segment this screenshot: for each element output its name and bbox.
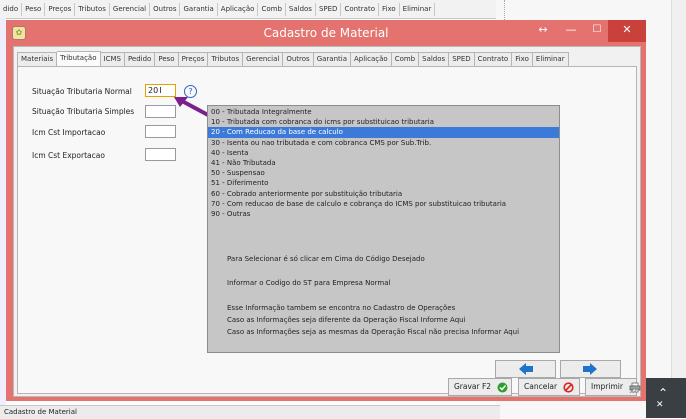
main-tab-strip: Materiais Tributação ICMS Pedido Peso Preços T…	[17, 51, 569, 68]
next-button[interactable]	[560, 360, 621, 378]
tab-pedido[interactable]: Pedido	[124, 52, 156, 67]
background-tab-contrato[interactable]: Contrato	[341, 2, 379, 16]
background-tab-strip: dido Peso Preços Tributos Gerencial Outros Gar…	[0, 0, 496, 19]
tab-preços[interactable]: Preços	[178, 52, 209, 67]
tab-peso[interactable]: Peso	[155, 52, 179, 67]
st-list-item[interactable]: 00 - Tributada Integralmente	[208, 107, 559, 117]
cst-importacao-input[interactable]	[145, 125, 176, 138]
cancelar-label: Cancelar	[524, 382, 558, 391]
st-list-item[interactable]: 41 - Não Tributada	[208, 158, 559, 168]
minimize-button[interactable]: —	[558, 20, 584, 42]
chevron-up-icon: ⌃	[658, 386, 669, 400]
tab-comb[interactable]: Comb	[391, 52, 420, 67]
tab-gerencial[interactable]: Gerencial	[243, 52, 284, 67]
resize-grip-icon[interactable]	[628, 384, 638, 394]
st-list-item[interactable]: 90 - Outras	[208, 209, 559, 219]
window-client-area: Materiais Tributação ICMS Pedido Peso Preços T…	[13, 46, 641, 397]
st-list-item[interactable]: 30 - Isenta ou nao tributada e com cobra…	[208, 138, 559, 148]
sit-normal-label: Situação Tributaria Normal	[32, 87, 132, 96]
background-tab-aplicação[interactable]: Aplicação	[218, 2, 259, 16]
close-button[interactable]: ✕	[608, 20, 646, 42]
background-dark-corner: ⌃	[646, 378, 686, 418]
tributacao-panel: Situação Tributaria Normal 20I ? Situaçã…	[17, 66, 637, 394]
tab-garantia[interactable]: Garantia	[313, 52, 351, 67]
note-select: Para Selecionar é só clicar em Cima do C…	[227, 255, 425, 263]
tab-contrato[interactable]: Contrato	[474, 52, 513, 67]
background-tab-preços[interactable]: Preços	[45, 2, 76, 16]
st-list-item[interactable]: 50 - Suspensao	[208, 168, 559, 178]
background-tab-peso[interactable]: Peso	[22, 2, 46, 16]
note-mesmas: Caso as Informações seja as mesmas da Op…	[227, 328, 520, 336]
background-tab-garantia[interactable]: Garantia	[180, 2, 218, 16]
background-tab-eliminar[interactable]: Eliminar	[400, 2, 436, 16]
gravar-button[interactable]: Gravar F2	[448, 378, 512, 396]
title-bar[interactable]: ✿ Cadastro de Material ↔ — ☐ ✕	[6, 20, 646, 45]
text-cursor-icon: I	[159, 86, 162, 95]
note-operacoes: Esse Informação tambem se encontra no Ca…	[227, 304, 456, 312]
background-tab-dido[interactable]: dido	[0, 2, 23, 16]
st-list-item[interactable]: 51 - Diferimento	[208, 178, 559, 188]
close-small-icon: ✕	[656, 400, 664, 410]
note-diferente: Caso as Informações seja diferente da Op…	[227, 316, 466, 324]
st-list-item[interactable]: 20 - Com Reducao da base de calculo	[208, 127, 559, 138]
background-tab-sped[interactable]: SPED	[316, 2, 342, 16]
gravar-label: Gravar F2	[454, 382, 492, 391]
st-code-list: 00 - Tributada Integralmente 10 - Tributa…	[207, 105, 560, 353]
background-tab-tributos[interactable]: Tributos	[75, 2, 110, 16]
resize-icon[interactable]: ↔	[530, 20, 556, 42]
imprimir-label: Imprimir	[591, 382, 623, 391]
arrow-right-icon	[583, 363, 597, 375]
background-scrollbar[interactable]	[671, 0, 686, 418]
cadastro-material-window: ✿ Cadastro de Material ↔ — ☐ ✕ Materiais…	[6, 20, 646, 401]
tab-tributos[interactable]: Tributos	[208, 52, 244, 67]
cst-exportacao-input[interactable]	[145, 148, 176, 161]
st-list-item[interactable]: 40 - Isenta	[208, 148, 559, 158]
tab-saldos[interactable]: Saldos	[419, 52, 450, 67]
background-tab-gerencial[interactable]: Gerencial	[110, 2, 151, 16]
tab-icms[interactable]: ICMS	[100, 52, 125, 67]
background-tab-saldos[interactable]: Saldos	[286, 2, 316, 16]
st-list-item[interactable]: 70 - Com reducao de base de calculo e co…	[208, 199, 559, 209]
background-tab-outros[interactable]: Outros	[150, 2, 181, 16]
tab-eliminar[interactable]: Eliminar	[532, 52, 569, 67]
maximize-button[interactable]: ☐	[584, 20, 610, 42]
sit-simples-label: Situação Tributaria Simples	[32, 107, 135, 116]
background-tab-fixo[interactable]: Fixo	[379, 2, 400, 16]
background-tab-comb[interactable]: Comb	[258, 2, 286, 16]
tab-sped[interactable]: SPED	[449, 52, 475, 67]
sit-normal-value: 20	[148, 86, 159, 95]
sit-simples-input[interactable]	[145, 105, 176, 118]
tab-fixo[interactable]: Fixo	[512, 52, 533, 67]
st-list-item[interactable]: 10 - Tributada com cobranca do icms por …	[208, 117, 559, 127]
cancelar-button[interactable]: Cancelar	[518, 378, 580, 396]
cst-exportacao-label: Icm Cst Exportacao	[32, 151, 105, 160]
cst-importacao-label: Icm Cst Importacao	[32, 128, 106, 137]
status-bar: Cadastro de Material	[0, 405, 500, 419]
tab-materiais[interactable]: Materiais	[17, 52, 58, 67]
note-inform: Informar o Codigo do ST para Empresa Nor…	[227, 279, 391, 287]
tab-outros[interactable]: Outros	[283, 52, 314, 67]
arrow-left-icon	[519, 363, 533, 375]
cancel-icon	[563, 381, 575, 393]
check-icon	[497, 382, 508, 392]
previous-button[interactable]	[495, 360, 556, 378]
tab-aplicação[interactable]: Aplicação	[351, 52, 392, 67]
st-list-item[interactable]: 60 - Cobrado anteriormente por substitui…	[208, 189, 559, 199]
